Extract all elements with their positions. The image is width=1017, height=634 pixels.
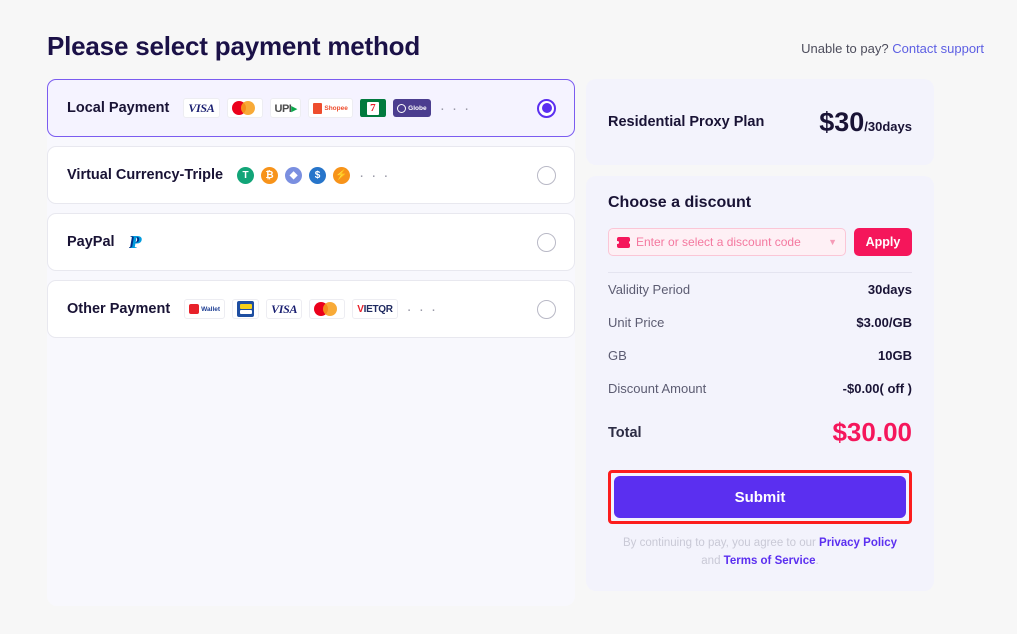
payment-method-label: Other Payment — [67, 301, 171, 317]
radio-local-payment[interactable] — [537, 98, 556, 118]
detail-label: GB — [608, 348, 627, 363]
payment-logo-group: VISA UPI▸ Shopee 7 Globe · · · — [183, 98, 537, 118]
apply-discount-button[interactable]: Apply — [854, 228, 912, 256]
detail-value: $3.00/GB — [856, 315, 912, 330]
order-details-list: Validity Period 30days Unit Price $3.00/… — [608, 272, 912, 405]
payment-method-other-payment[interactable]: Other Payment Wallet VISA VIETQR · · · — [47, 280, 575, 338]
discount-input-row: Enter or select a discount code ▼ Apply — [608, 228, 912, 256]
total-value: $30.00 — [832, 417, 912, 447]
detail-value: -$0.00( off ) — [842, 381, 912, 396]
submit-button-wrapper: Submit — [608, 470, 912, 524]
legal-suffix: . — [815, 554, 819, 567]
discount-card: Choose a discount Enter or select a disc… — [586, 176, 934, 591]
payment-method-paypal[interactable]: PayPal PP — [47, 213, 575, 271]
total-label: Total — [608, 424, 642, 441]
payment-method-local-payment[interactable]: Local Payment VISA UPI▸ Shopee 7 Globe ·… — [47, 79, 575, 137]
globe-icon: Globe — [392, 98, 431, 118]
visa-icon: VISA — [183, 98, 220, 118]
legal-middle: and — [701, 554, 724, 567]
payment-methods-panel: Local Payment VISA UPI▸ Shopee 7 Globe ·… — [47, 79, 575, 606]
detail-label: Discount Amount — [608, 381, 707, 396]
plan-price-period: /30days — [864, 118, 912, 134]
payment-method-label: Virtual Currency-Triple — [67, 167, 224, 183]
radio-paypal[interactable] — [537, 232, 556, 252]
radio-virtual-currency-triple[interactable] — [537, 165, 556, 185]
mastercard-icon — [309, 299, 346, 319]
paypal-icon: PP — [128, 232, 142, 252]
detail-value: 10GB — [878, 348, 912, 363]
lightning-icon: ⚡ — [333, 166, 351, 184]
airtel-wallet-icon: Wallet — [184, 299, 226, 319]
payment-logo-group: Wallet VISA VIETQR · · · — [184, 299, 537, 319]
chevron-down-icon[interactable]: ▼ — [828, 237, 837, 247]
visa-icon: VISA — [266, 299, 303, 319]
radio-other-payment[interactable] — [537, 299, 556, 319]
payment-logo-group: PP — [129, 232, 537, 252]
payment-method-list: Local Payment VISA UPI▸ Shopee 7 Globe ·… — [47, 79, 575, 338]
legal-prefix: By continuing to pay, you agree to our — [622, 537, 820, 549]
detail-row-discount-amount: Discount Amount -$0.00( off ) — [608, 372, 912, 405]
payment-method-label: Local Payment — [67, 100, 170, 116]
terms-of-service-link[interactable]: Terms of Service — [724, 555, 816, 567]
payment-logo-group: T ₿ ◆ $ ⚡ · · · — [237, 166, 537, 184]
more-logos-ellipsis[interactable]: · · · — [407, 301, 438, 318]
discount-code-input[interactable]: Enter or select a discount code ▼ — [608, 228, 846, 256]
discount-title: Choose a discount — [608, 194, 752, 211]
submit-button[interactable]: Submit — [614, 476, 906, 518]
bitcoin-icon: ₿ — [261, 166, 279, 184]
order-summary-column: Residential Proxy Plan $30/30days Choose… — [586, 79, 934, 591]
checkout-page: Please select payment method Unable to p… — [0, 0, 1017, 634]
plan-price: $30/30days — [819, 107, 912, 138]
plan-card: Residential Proxy Plan $30/30days — [586, 79, 934, 165]
more-logos-ellipsis[interactable]: · · · — [440, 100, 471, 117]
tether-icon: T — [237, 166, 255, 184]
shopee-icon: Shopee — [308, 98, 353, 118]
detail-label: Unit Price — [608, 315, 665, 330]
plan-name: Residential Proxy Plan — [608, 114, 765, 130]
more-logos-ellipsis[interactable]: · · · — [359, 167, 390, 184]
total-row: Total $30.00 — [608, 417, 912, 448]
touch-n-go-icon — [232, 299, 260, 319]
plan-price-amount: $30 — [819, 106, 865, 137]
usdc-icon: $ — [309, 166, 327, 184]
contact-support-link[interactable]: Contact support — [892, 41, 984, 56]
coupon-icon — [615, 236, 632, 248]
detail-value: 30days — [867, 282, 912, 297]
detail-label: Validity Period — [608, 282, 691, 297]
mastercard-icon — [226, 98, 263, 118]
vietqr-icon: VIETQR — [352, 299, 398, 319]
payment-method-virtual-currency-triple[interactable]: Virtual Currency-Triple T ₿ ◆ $ ⚡ · · · — [47, 146, 575, 204]
detail-row-validity-period: Validity Period 30days — [608, 273, 912, 306]
detail-row-gb: GB 10GB — [608, 339, 912, 372]
payment-method-label: PayPal — [67, 234, 115, 250]
ethereum-icon: ◆ — [285, 166, 303, 184]
seven-eleven-icon: 7 — [359, 98, 386, 118]
support-prefix: Unable to pay? — [801, 41, 893, 56]
legal-text: By continuing to pay, you agree to our P… — [608, 535, 912, 571]
page-title: Please select payment method — [47, 31, 420, 61]
privacy-policy-link[interactable]: Privacy Policy — [819, 537, 897, 549]
discount-input-placeholder: Enter or select a discount code — [636, 235, 801, 249]
upi-icon: UPI▸ — [269, 98, 302, 118]
detail-row-unit-price: Unit Price $3.00/GB — [608, 306, 912, 339]
support-line: Unable to pay? Contact support — [801, 41, 984, 56]
